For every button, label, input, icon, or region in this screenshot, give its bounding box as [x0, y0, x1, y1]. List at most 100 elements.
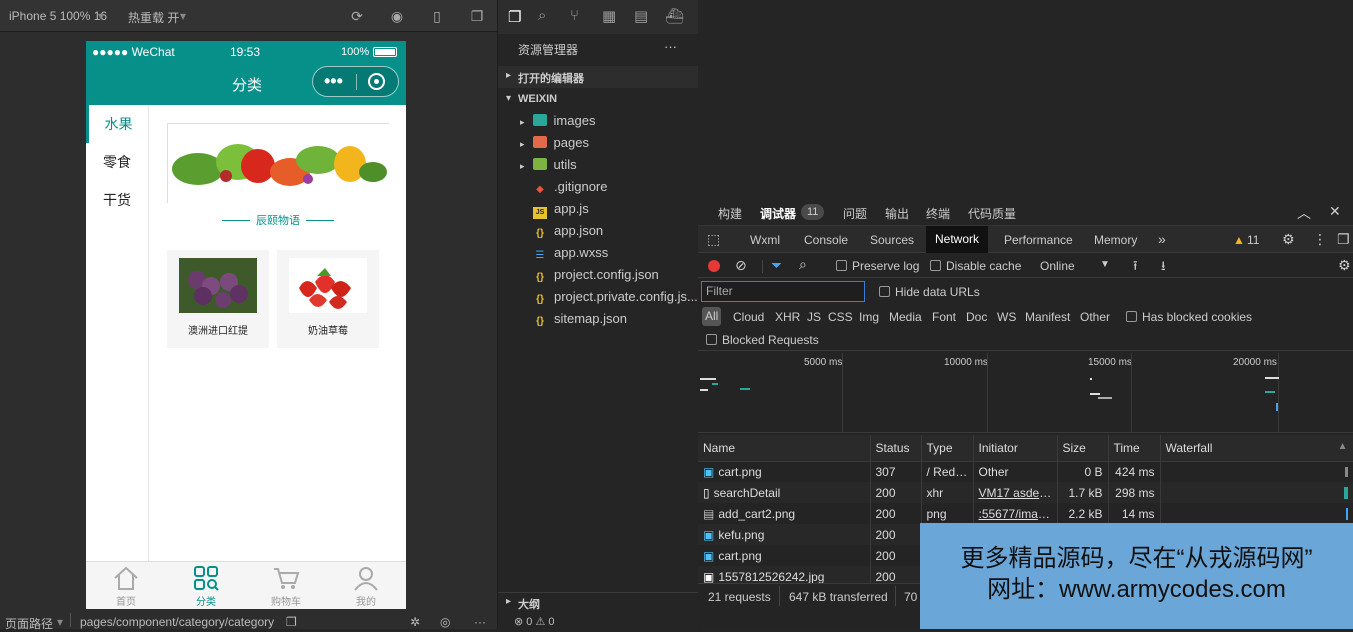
tab-build[interactable]: 构建	[718, 205, 742, 222]
inspect-element-icon[interactable]: ⬚	[707, 231, 720, 248]
tab-network[interactable]: Network	[926, 226, 989, 253]
tab-category[interactable]: 分类	[166, 562, 246, 609]
type-filter-cloud[interactable]: Cloud	[733, 310, 764, 324]
filter-funnel-icon[interactable]: ⏷	[771, 257, 782, 274]
close-miniprogram-icon[interactable]	[368, 73, 385, 90]
preserve-log-checkbox[interactable]: Preserve log	[836, 259, 919, 273]
stop-icon[interactable]: ◉	[389, 8, 405, 24]
warning-count[interactable]: 11	[1247, 233, 1259, 247]
product-card[interactable]: 澳洲进口红提	[167, 250, 269, 348]
phone-icon[interactable]: ▯	[429, 8, 445, 24]
tab-home[interactable]: 首页	[86, 562, 166, 609]
tree-item-gitignore[interactable]: ◆ .gitignore	[498, 176, 698, 198]
device-select-chevron-icon[interactable]: ▾	[98, 9, 104, 23]
type-filter-manifest[interactable]: Manifest	[1025, 310, 1070, 324]
record-icon[interactable]	[708, 260, 720, 272]
tree-item-sitemap[interactable]: {} sitemap.json	[498, 308, 698, 330]
clear-icon[interactable]: ⊘	[735, 257, 747, 274]
explorer-more-icon[interactable]: ···	[664, 39, 677, 54]
warning-icon[interactable]: ▲	[1233, 233, 1245, 247]
category-item-fruit[interactable]: 水果	[86, 105, 148, 143]
detach-window-icon[interactable]: ❐	[469, 8, 485, 24]
table-row[interactable]: ▣ cart.png 307 / Redi... Other 0 B 424 ms	[698, 461, 1353, 482]
blocked-requests-checkbox[interactable]: Blocked Requests	[706, 333, 819, 347]
settings-gear-icon[interactable]: ⚙	[1282, 231, 1295, 248]
more-dots-icon[interactable]: •••	[324, 71, 343, 91]
type-filter-doc[interactable]: Doc	[966, 310, 987, 324]
type-filter-font[interactable]: Font	[932, 310, 956, 324]
tab-issues[interactable]: 问题	[843, 205, 867, 222]
filter-input[interactable]: Filter	[701, 281, 865, 302]
tree-item-app-wxss[interactable]: ☰ app.wxss	[498, 242, 698, 264]
category-item-snacks[interactable]: 零食	[86, 143, 148, 181]
copy-icon[interactable]: ❐	[286, 615, 297, 629]
open-editors-section[interactable]: ▸ 打开的编辑器	[498, 66, 698, 88]
dock-icon[interactable]: ❐	[1337, 231, 1350, 248]
source-control-icon[interactable]: ⑂	[570, 7, 579, 24]
tab-wxml[interactable]: Wxml	[750, 233, 780, 247]
type-filter-all[interactable]: All	[702, 307, 722, 326]
network-settings-icon[interactable]: ⚙	[1338, 257, 1351, 274]
throttle-chevron-icon[interactable]: ▼	[1100, 259, 1110, 270]
import-har-icon[interactable]: ⭱	[1133, 257, 1138, 279]
column-header-waterfall[interactable]: Waterfall ▲	[1160, 435, 1353, 462]
hide-data-urls-checkbox[interactable]: Hide data URLs	[879, 285, 980, 299]
tab-output[interactable]: 输出	[885, 205, 909, 222]
type-filter-js[interactable]: JS	[807, 310, 821, 324]
extensions-icon[interactable]: ▦	[602, 7, 616, 25]
page-path-chevron-icon[interactable]: ▾	[57, 615, 63, 629]
tree-item-pages[interactable]: ▸ pages	[498, 132, 698, 154]
more-icon[interactable]: ···	[474, 615, 486, 629]
column-header-type[interactable]: Type	[921, 435, 974, 462]
collapse-icon[interactable]: ︿	[1297, 203, 1311, 223]
search-icon[interactable]: ⌕	[538, 7, 546, 24]
type-filter-ws[interactable]: WS	[997, 310, 1016, 324]
disable-cache-checkbox[interactable]: Disable cache	[930, 259, 1021, 273]
outline-section[interactable]: ▸ 大纲	[498, 592, 698, 612]
product-card[interactable]: 奶油草莓	[277, 250, 379, 348]
storage-icon[interactable]: ▤	[634, 7, 648, 25]
tab-cart[interactable]: 购物车	[246, 562, 326, 609]
type-filter-media[interactable]: Media	[889, 310, 922, 324]
explorer-icon[interactable]: ❐	[508, 8, 521, 26]
problems-count[interactable]: ⊗ 0 ⚠ 0	[514, 615, 554, 628]
tree-item-images[interactable]: ▸ images	[498, 110, 698, 132]
close-icon[interactable]: ✕	[1329, 203, 1341, 220]
tree-item-utils[interactable]: ▸ utils	[498, 154, 698, 176]
tab-sources[interactable]: Sources	[870, 233, 914, 247]
hot-reload-toggle[interactable]: 热重载 开	[128, 9, 179, 26]
bug-icon[interactable]: ✲	[410, 615, 420, 629]
search-icon[interactable]: ⌕	[799, 256, 807, 273]
tab-performance[interactable]: Performance	[1004, 233, 1073, 247]
project-section[interactable]: ▾ WEIXIN	[498, 89, 698, 111]
column-header-status[interactable]: Status	[870, 435, 922, 462]
table-row[interactable]: ▤ add_cart2.png 200 png :55677/imag... 2.…	[698, 503, 1353, 524]
docker-icon[interactable]: ⛴	[665, 7, 684, 25]
has-blocked-cookies-checkbox[interactable]: Has blocked cookies	[1126, 310, 1252, 324]
device-select[interactable]: iPhone 5 100% 16	[9, 9, 107, 23]
tab-terminal[interactable]: 终端	[926, 205, 950, 222]
eye-icon[interactable]: ◎	[440, 615, 450, 629]
page-path-label[interactable]: 页面路径	[5, 615, 53, 632]
request-initiator-link[interactable]: :55677/imag...	[973, 503, 1058, 524]
table-row[interactable]: ▯ searchDetail 200 xhr VM17 asdeb... 1.7 …	[698, 482, 1353, 503]
tree-item-project-private-config[interactable]: {} project.private.config.js...	[498, 286, 698, 308]
tab-debugger[interactable]: 调试器	[760, 205, 796, 222]
request-initiator-link[interactable]: VM17 asdeb...	[973, 482, 1058, 503]
refresh-icon[interactable]: ⟳	[349, 8, 365, 24]
type-filter-img[interactable]: Img	[859, 310, 879, 324]
tab-code-quality[interactable]: 代码质量	[968, 205, 1016, 222]
category-item-dried[interactable]: 干货	[86, 181, 148, 219]
type-filter-css[interactable]: CSS	[828, 310, 853, 324]
column-header-name[interactable]: Name	[698, 435, 871, 462]
column-header-time[interactable]: Time	[1108, 435, 1161, 462]
tab-memory[interactable]: Memory	[1094, 233, 1137, 247]
export-har-icon[interactable]: ⭳	[1161, 257, 1166, 279]
kebab-menu-icon[interactable]: ⋮	[1313, 231, 1327, 248]
type-filter-other[interactable]: Other	[1080, 310, 1110, 324]
throttle-select[interactable]: Online	[1040, 259, 1075, 273]
column-header-initiator[interactable]: Initiator	[973, 435, 1058, 462]
tab-mine[interactable]: 我的	[326, 562, 406, 609]
tab-console[interactable]: Console	[804, 233, 848, 247]
network-overview-timeline[interactable]: 5000 ms 10000 ms 15000 ms 20000 ms	[698, 353, 1353, 433]
